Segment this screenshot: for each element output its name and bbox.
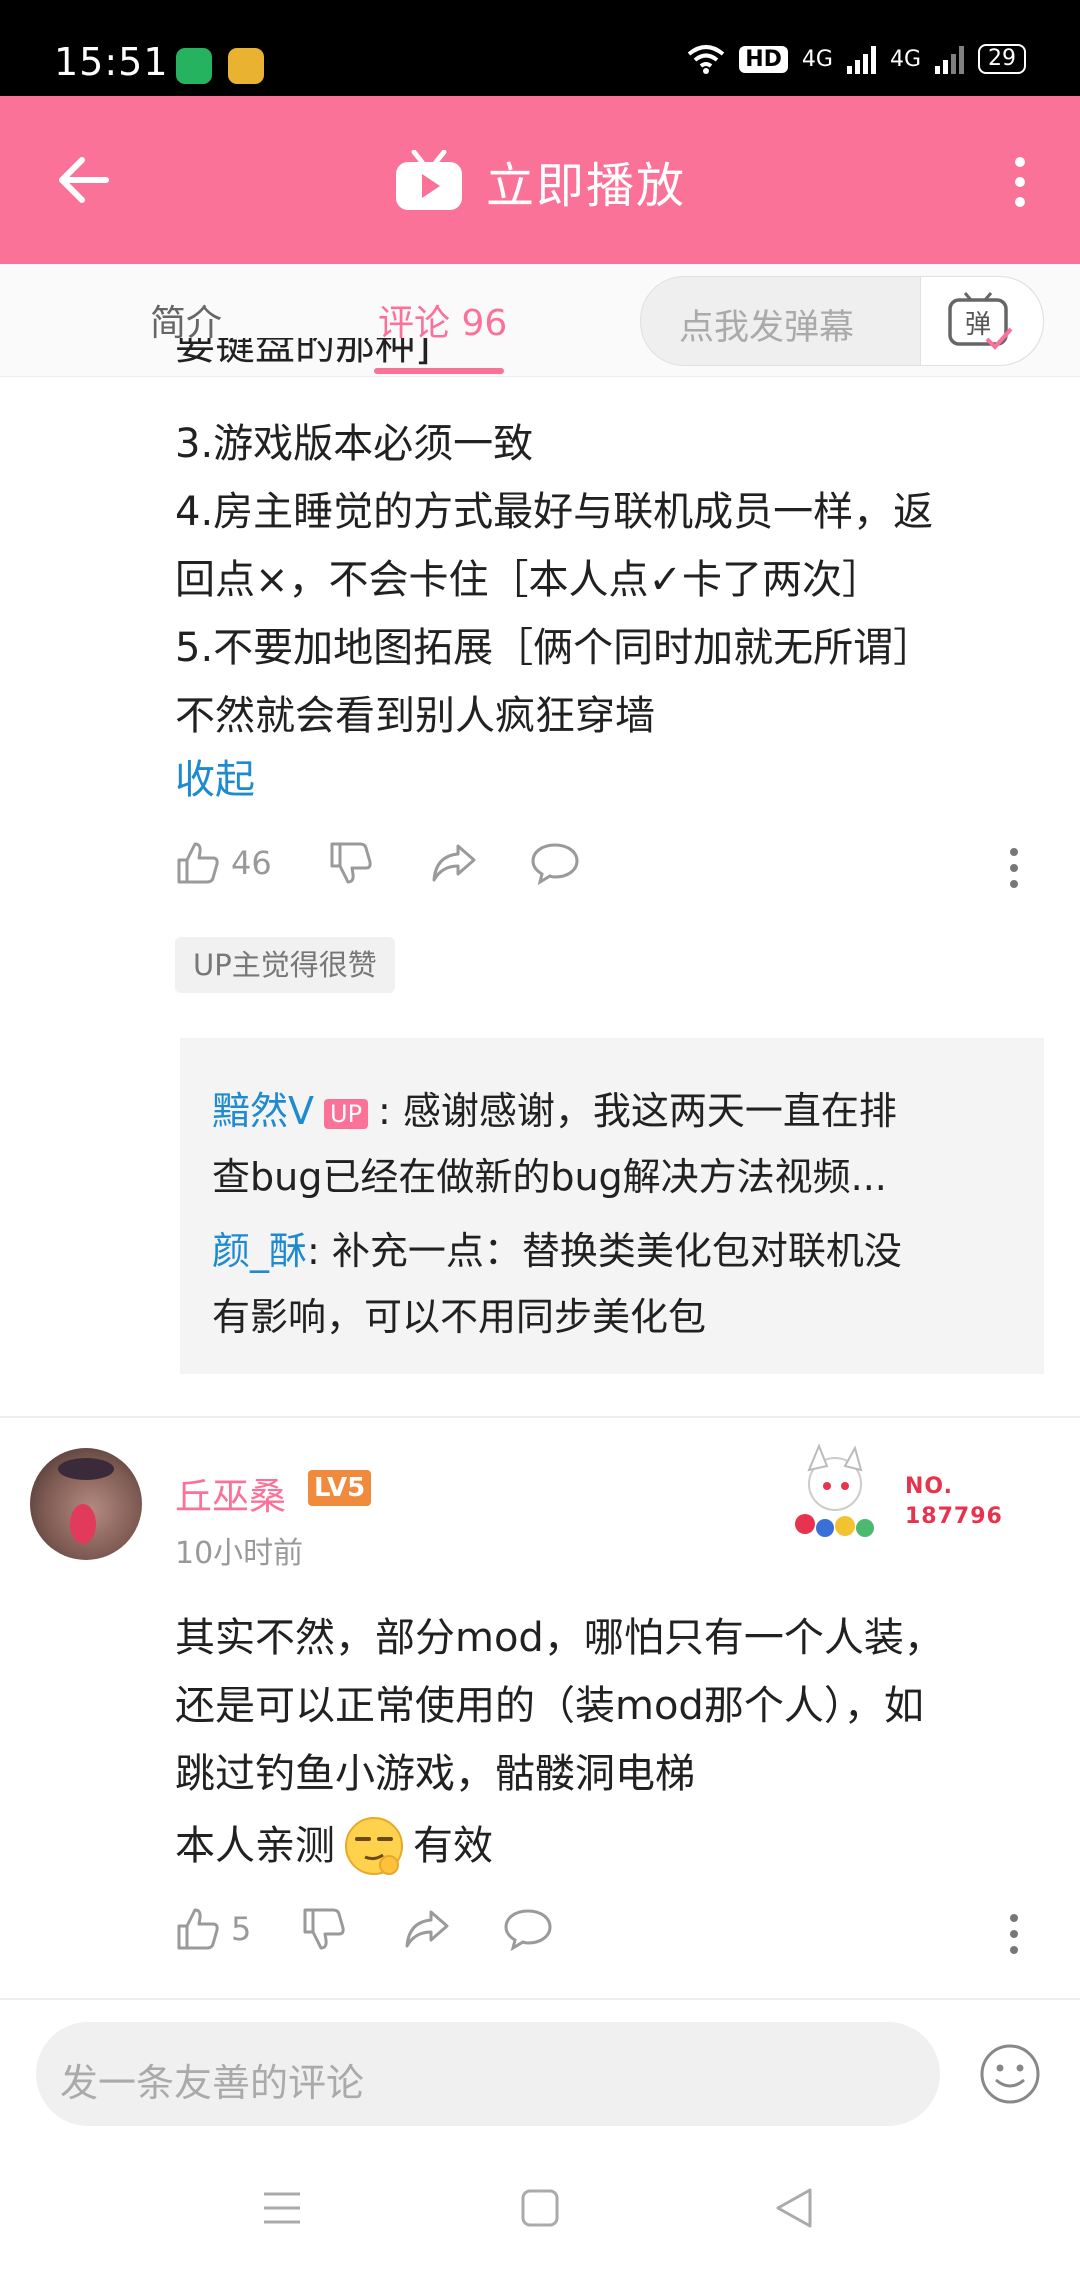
like-button[interactable]: 46 — [175, 840, 272, 886]
comment-composer: 发一条友善的评论 — [0, 1998, 1080, 2140]
play-now-button[interactable]: 立即播放 — [0, 146, 1080, 216]
thumbs-up-icon — [177, 1908, 219, 1950]
status-bar: 15:51 HD 4G 4G 29 — [0, 0, 1080, 96]
comment-text-line: 回点×，不会卡住［本人点✓卡了两次］ — [175, 557, 883, 603]
thumbs-down-icon[interactable] — [328, 840, 374, 886]
reply-username[interactable]: 颜_酥 — [212, 1229, 307, 1273]
reply-text: : 补充一点：替换类美化包对联机没 — [307, 1229, 902, 1273]
thumbs-down-icon[interactable] — [301, 1906, 347, 1952]
system-nav-bar — [0, 2140, 1080, 2280]
avatar-ribbon — [70, 1504, 96, 1544]
share-icon[interactable] — [403, 1906, 451, 1952]
thumbs-up-icon — [177, 842, 219, 884]
up-badge: UP — [324, 1098, 369, 1129]
emoji-icon[interactable] — [978, 2042, 1042, 2106]
comment-text-line: 本人亲测 有效 — [175, 1812, 493, 1880]
danmaku-placeholder: 点我发弹幕 — [679, 308, 855, 348]
status-indicators: HD 4G 4G 29 — [687, 44, 1026, 74]
comment-placeholder: 发一条友善的评论 — [60, 2061, 365, 2105]
comment-input[interactable]: 发一条友善的评论 — [36, 2022, 940, 2126]
fan-number: NO. 187796 — [905, 1472, 1003, 1532]
comment-text-line: 要键盘的那种] — [175, 338, 431, 378]
reply-item[interactable]: 黯然V UP : 感谢感谢，我这两天一直在排 — [212, 1078, 897, 1144]
comment-text-line: 跳过钓鱼小游戏，骷髅洞电梯 — [175, 1751, 695, 1797]
level-badge: LV5 — [308, 1470, 372, 1506]
tv-play-icon — [395, 150, 462, 210]
comment-text-line: 其实不然，部分mod，哪怕只有一个人装， — [175, 1615, 944, 1661]
comment-text-line: 还是可以正常使用的（装mod那个人），如 — [175, 1683, 924, 1729]
smirk-emoji-icon — [345, 1817, 403, 1875]
like-count: 5 — [231, 1910, 252, 1948]
like-button[interactable]: 5 — [175, 1906, 251, 1952]
comment-divider — [0, 1416, 1080, 1418]
comment-text-line: 4.房主睡觉的方式最好与联机成员一样，返 — [175, 489, 934, 535]
replies-preview[interactable]: 黯然V UP : 感谢感谢，我这两天一直在排 查bug已经在做新的bug解决方法视频… — [180, 1038, 1044, 1374]
fan-number-value: 187796 — [905, 1504, 1003, 1529]
comment-actions: 46 — [175, 840, 580, 886]
network-type-2: 4G — [889, 46, 921, 72]
wifi-icon — [687, 45, 725, 74]
page-title: 立即播放 — [485, 158, 686, 214]
comment-text-line: 3.游戏版本必须一致 — [175, 421, 534, 467]
danmaku-input[interactable]: 点我发弹幕 弹 — [640, 276, 1044, 366]
like-count: 46 — [231, 844, 272, 882]
collapse-link[interactable]: 收起 — [175, 746, 255, 814]
comment-time: 10小时前 — [175, 1536, 304, 1571]
menu-icon[interactable] — [262, 2190, 302, 2226]
battery-icon: 29 — [978, 44, 1026, 74]
up-liked-tag: UP主觉得很赞 — [175, 937, 395, 993]
app-notification-icon-2 — [228, 48, 264, 84]
top-app-bar: 立即播放 — [0, 96, 1080, 264]
reply-text: : 感谢感谢，我这两天一直在排 — [378, 1089, 897, 1133]
comment-more-icon[interactable] — [1004, 1912, 1024, 1956]
comment-more-icon[interactable] — [1004, 846, 1024, 890]
reply-icon[interactable] — [530, 840, 580, 886]
reply-username[interactable]: 黯然V — [212, 1089, 314, 1133]
more-vertical-icon[interactable] — [1010, 154, 1030, 210]
hd-voice-icon: HD — [739, 45, 788, 73]
avatar-hair — [58, 1458, 114, 1480]
danmaku-button-label: 弹 — [965, 310, 991, 340]
comment-username[interactable]: 丘巫桑 — [175, 1466, 286, 1520]
signal-icon-1 — [846, 44, 876, 74]
reply-text-line: 有影响，可以不用同步美化包 — [212, 1295, 707, 1339]
comment-text-line: 5.不要加地图拓展［俩个同时加就无所谓］ — [175, 625, 934, 671]
signal-icon-2 — [935, 44, 964, 74]
fan-number-label: NO. — [905, 1474, 953, 1499]
reply-icon[interactable] — [503, 1906, 553, 1952]
network-type-1: 4G — [801, 46, 833, 72]
reply-item[interactable]: 颜_酥: 补充一点：替换类美化包对联机没 — [212, 1218, 902, 1284]
avatar[interactable] — [30, 1448, 142, 1560]
tab-bar: 简介 评论 96 点我发弹幕 弹 — [0, 264, 1080, 377]
status-clock: 15:51 — [54, 40, 169, 84]
comment-text-clipped: 要键盘的那种] — [175, 338, 431, 369]
share-icon[interactable] — [430, 840, 478, 886]
home-icon[interactable] — [520, 2188, 560, 2228]
danmaku-toggle-button[interactable]: 弹 — [920, 277, 1043, 365]
comment-text: 有效 — [413, 1823, 493, 1869]
fan-badge-illustration — [795, 1443, 874, 1537]
back-nav-icon[interactable] — [774, 2186, 814, 2230]
comment-text-line: 不然就会看到别人疯狂穿墙 — [175, 693, 655, 739]
danmaku-tv-icon: 弹 — [948, 292, 1013, 350]
app-notification-icon — [176, 48, 212, 84]
comment-text: 本人亲测 — [175, 1823, 335, 1869]
comment-actions: 5 — [175, 1906, 553, 1952]
reply-text-line: 查bug已经在做新的bug解决方法视频... — [212, 1155, 887, 1199]
